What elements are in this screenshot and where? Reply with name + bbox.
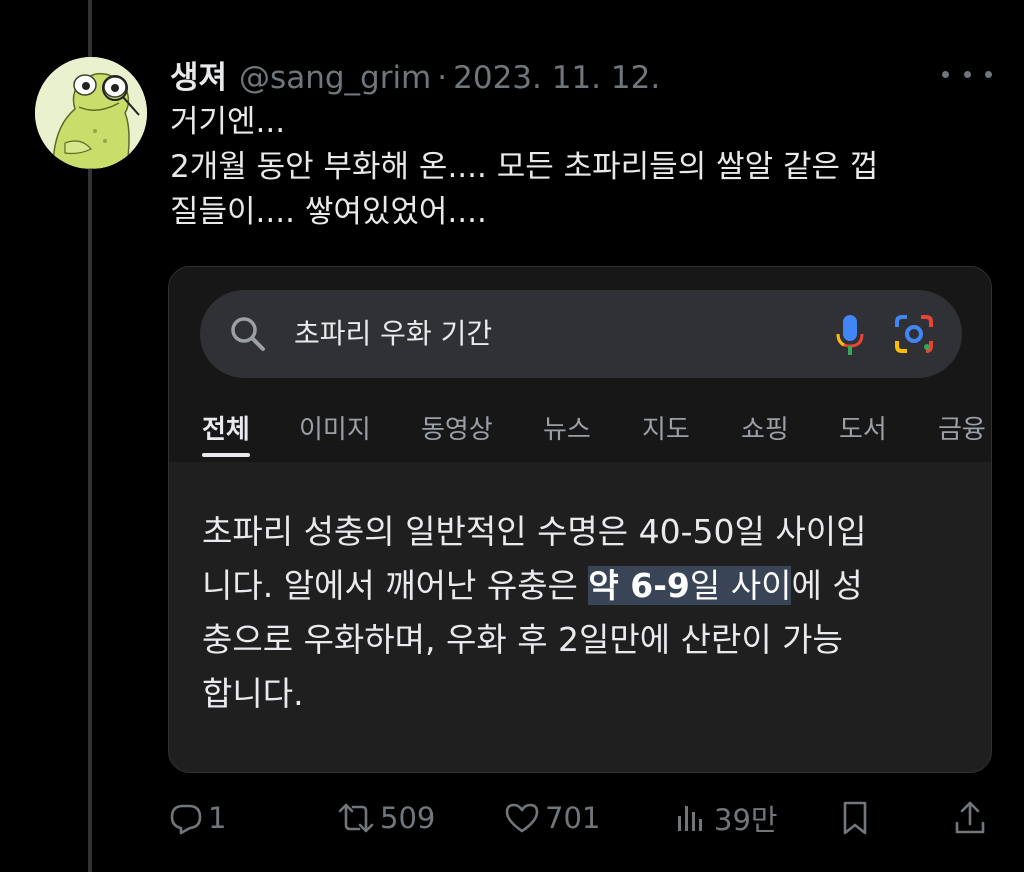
- share-icon: [955, 801, 985, 834]
- retweet-count: 509: [380, 801, 436, 835]
- active-tab-underline: [202, 453, 250, 457]
- views-button[interactable]: 39만: [672, 795, 778, 841]
- search-header: 초파리 우화 기간 전체 이미지 동영상 뉴스 지도 쇼핑 도서 금융: [169, 267, 991, 462]
- search-query: 초파리 우화 기간: [294, 317, 493, 350]
- search-tabs: 전체 이미지 동영상 뉴스 지도 쇼핑 도서 금융: [169, 399, 991, 459]
- tweet-text-line: 2개월 동안 부화해 온.... 모든 초파리들의 쌀알 같은 껍: [170, 149, 879, 185]
- retweet-icon: [338, 803, 374, 833]
- bookmark-icon: [843, 801, 867, 835]
- answer-snippet: 초파리 성충의 일반적인 수명은 40-50일 사이입 니다. 알에서 깨어난 …: [202, 505, 972, 721]
- reply-count: 1: [208, 801, 227, 835]
- tweet-text-line: 거기엔...: [170, 104, 286, 140]
- tweet-text-line: 질들이.... 쌓여있었어....: [170, 194, 487, 230]
- tab-images: 이미지: [299, 415, 371, 445]
- avatar[interactable]: [35, 57, 147, 169]
- highlighted-rest-text: 일 사이: [689, 566, 792, 605]
- bookmark-button[interactable]: [838, 795, 872, 841]
- separator-dot: ·: [437, 60, 448, 96]
- tab-books: 도서: [839, 415, 887, 445]
- answer-line: 니다. 알에서 깨어난 유충은 약 6-9일 사이에 성: [202, 559, 972, 613]
- tab-videos: 동영상: [421, 415, 493, 445]
- action-bar: 1 509 701 39만: [168, 795, 998, 841]
- display-name[interactable]: 생져: [170, 52, 227, 97]
- highlighted-text: 약 6-9일 사이: [588, 566, 792, 605]
- like-button[interactable]: 701: [503, 795, 600, 841]
- highlighted-bold-text: 약 6-9: [588, 566, 690, 605]
- answer-line: 충으로 우화하며, 우화 후 2일만에 산란이 가능: [202, 620, 843, 659]
- tab-finance: 금융: [938, 415, 986, 445]
- reply-button[interactable]: 1: [168, 795, 226, 841]
- reply-icon: [170, 804, 202, 835]
- like-count: 701: [545, 801, 601, 835]
- answer-line: 초파리 성충의 일반적인 수명은 40-50일 사이입: [202, 512, 867, 551]
- search-box: 초파리 우화 기간: [200, 290, 962, 378]
- answer-line: 합니다.: [202, 674, 304, 713]
- more-icon[interactable]: [942, 62, 992, 86]
- lens-icon: [895, 315, 933, 353]
- heart-icon: [505, 803, 539, 833]
- tab-shopping: 쇼핑: [741, 415, 789, 445]
- views-icon: [678, 806, 702, 831]
- mic-icon: [836, 315, 864, 355]
- attached-image[interactable]: 초파리 우화 기간 전체 이미지 동영상 뉴스 지도 쇼핑 도서 금융 초파리 …: [168, 266, 992, 773]
- tweet-text: 거기엔... 2개월 동안 부화해 온.... 모든 초파리들의 쌀알 같은 껍…: [170, 100, 980, 235]
- retweet-button[interactable]: 509: [336, 795, 435, 841]
- tab-news: 뉴스: [543, 415, 591, 445]
- tab-maps: 지도: [642, 415, 690, 445]
- search-icon: [231, 317, 265, 351]
- share-button[interactable]: [952, 795, 988, 841]
- user-handle[interactable]: @sang_grim: [239, 60, 431, 96]
- answer-text: 에 성: [791, 566, 863, 605]
- answer-text: 니다. 알에서 깨어난 유충은: [202, 566, 589, 605]
- tweet-date[interactable]: 2023. 11. 12.: [453, 60, 660, 96]
- tweet-header: 생져 @sang_grim · 2023. 11. 12.: [170, 52, 660, 96]
- tab-all: 전체: [202, 415, 250, 445]
- views-count: 39만: [714, 803, 778, 837]
- avatar-frog-image: [35, 57, 147, 169]
